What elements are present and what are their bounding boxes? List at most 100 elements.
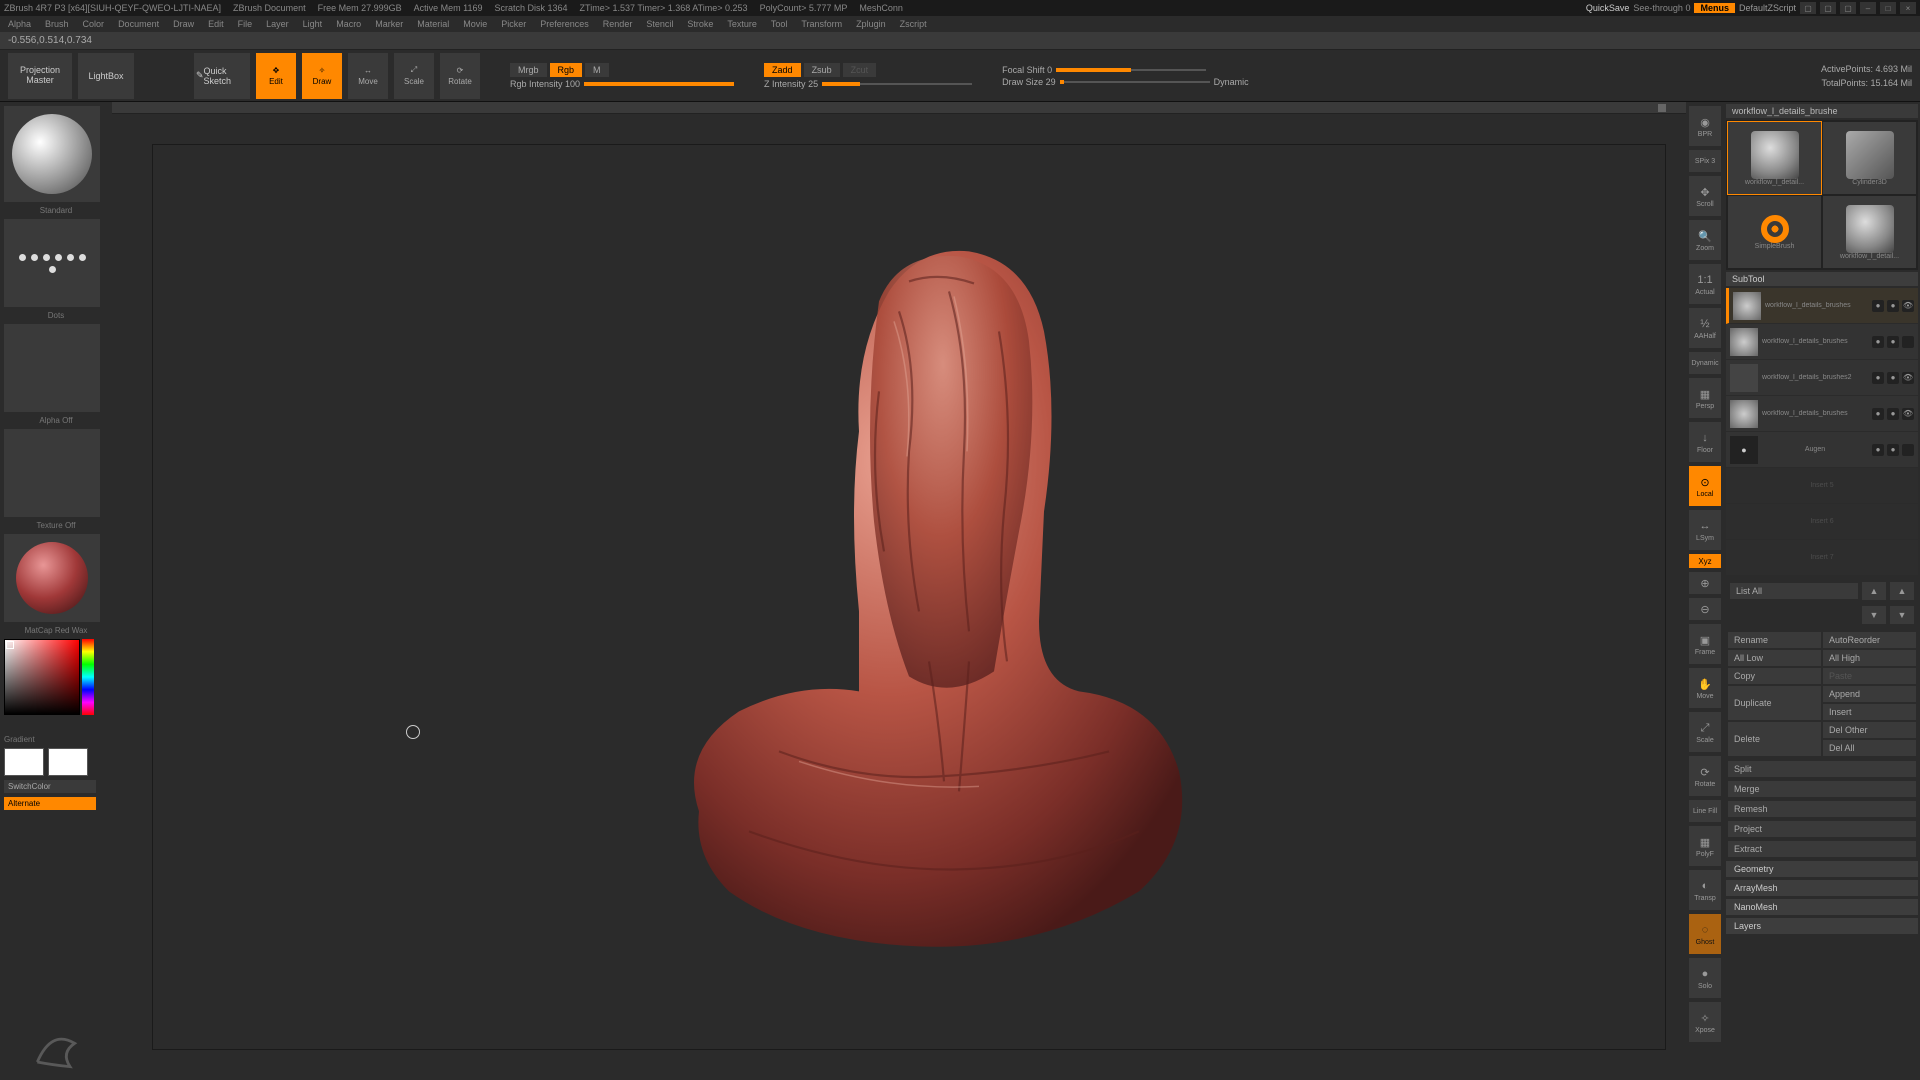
switchcolor-button[interactable]: SwitchColor [4,780,96,793]
move-down-1-button[interactable]: ▼ [1862,606,1886,624]
main-color-swatch[interactable] [4,748,44,776]
nanomesh-header[interactable]: NanoMesh [1726,899,1918,915]
autoreorder-button[interactable]: AutoReorder [1823,632,1916,648]
insert-button[interactable]: Insert [1823,704,1916,720]
default-zscript[interactable]: DefaultZScript [1739,3,1796,13]
quicksketch-button[interactable]: ✎ Quick Sketch [194,53,250,99]
lsym-button[interactable]: ↔LSym [1689,510,1721,550]
alllow-button[interactable]: All Low [1728,650,1821,666]
layers-header[interactable]: Layers [1726,918,1918,934]
scale-nav-button[interactable]: ⤢Scale [1689,712,1721,752]
nav-small-1[interactable]: ⊕ [1689,572,1721,594]
seethrough-slider[interactable]: See-through 0 [1633,3,1690,13]
subtool-row-2[interactable]: workflow_l_details_brushes2 ●●👁 [1726,360,1918,396]
paste-button[interactable]: Paste [1823,668,1916,684]
move-mode-button[interactable]: ↔ Move [348,53,388,99]
menu-texture[interactable]: Texture [727,19,757,29]
rotate-nav-button[interactable]: ⟳Rotate [1689,756,1721,796]
gradient-label[interactable]: Gradient [4,735,108,744]
window-btn-2[interactable]: ▢ [1820,2,1836,14]
zsub-button[interactable]: Zsub [804,63,840,77]
menu-preferences[interactable]: Preferences [540,19,589,29]
menu-document[interactable]: Document [118,19,159,29]
zadd-button[interactable]: Zadd [764,63,801,77]
menu-movie[interactable]: Movie [463,19,487,29]
secondary-color-swatch[interactable] [48,748,88,776]
ghost-button[interactable]: ◌Ghost [1689,914,1721,954]
z-intensity-slider[interactable] [822,83,972,85]
menu-color[interactable]: Color [83,19,105,29]
menu-brush[interactable]: Brush [45,19,69,29]
tool-cell-2[interactable]: SimpleBrush [1728,196,1821,268]
mrgb-button[interactable]: Mrgb [510,63,547,77]
menu-material[interactable]: Material [417,19,449,29]
move-up-1-button[interactable]: ▲ [1862,582,1886,600]
menu-marker[interactable]: Marker [375,19,403,29]
extract-button[interactable]: Extract [1728,841,1916,857]
scale-mode-button[interactable]: ⤢ Scale [394,53,434,99]
menu-file[interactable]: File [238,19,253,29]
tool-cell-0[interactable]: workflow_l_detail... [1728,122,1821,194]
subtool-row-4[interactable]: ● Augen ●● [1726,432,1918,468]
menu-alpha[interactable]: Alpha [8,19,31,29]
copy-button[interactable]: Copy [1728,668,1821,684]
rgb-intensity-label[interactable]: Rgb Intensity 100 [510,79,580,89]
bpr-button[interactable]: ◉BPR [1689,106,1721,146]
subtool-header[interactable]: SubTool [1726,272,1918,286]
maximize-icon[interactable]: □ [1880,2,1896,14]
solo-button[interactable]: ●Solo [1689,958,1721,998]
transp-button[interactable]: ◐Transp [1689,870,1721,910]
subtool-row-0[interactable]: workflow_l_details_brushes ●●👁 [1726,288,1918,324]
list-all-button[interactable]: List All [1730,583,1858,599]
move-down-button[interactable]: ▼ [1890,606,1914,624]
focal-shift-label[interactable]: Focal Shift 0 [1002,65,1052,75]
tool-cell-1[interactable]: Cylinder3D [1823,122,1916,194]
floor-button[interactable]: ↓Floor [1689,422,1721,462]
scroll-button[interactable]: ✥Scroll [1689,176,1721,216]
delete-button[interactable]: Delete [1728,722,1821,756]
menu-transform[interactable]: Transform [801,19,842,29]
menu-macro[interactable]: Macro [336,19,361,29]
spix-button[interactable]: SPix 3 [1689,150,1721,172]
subtool-row-1[interactable]: workflow_l_details_brushes ●● [1726,324,1918,360]
rgb-intensity-slider[interactable] [584,83,734,85]
top-ruler[interactable] [112,102,1686,114]
duplicate-button[interactable]: Duplicate [1728,686,1821,720]
z-intensity-label[interactable]: Z Intensity 25 [764,79,818,89]
allhigh-button[interactable]: All High [1823,650,1916,666]
menu-picker[interactable]: Picker [501,19,526,29]
local-button[interactable]: ⊙Local [1689,466,1721,506]
subtool-row-3[interactable]: workflow_l_details_brushes ●●👁 [1726,396,1918,432]
menus-toggle[interactable]: Menus [1694,3,1735,13]
merge-button[interactable]: Merge [1728,781,1916,797]
menu-layer[interactable]: Layer [266,19,289,29]
menu-draw[interactable]: Draw [173,19,194,29]
draw-size-slider[interactable] [1060,81,1210,83]
zoom-button[interactable]: 🔍Zoom [1689,220,1721,260]
close-icon[interactable]: × [1900,2,1916,14]
menu-edit[interactable]: Edit [208,19,224,29]
geometry-header[interactable]: Geometry [1726,861,1918,877]
viewport-canvas[interactable] [112,114,1686,1080]
move-nav-button[interactable]: ✋Move [1689,668,1721,708]
edit-mode-button[interactable]: ✥ Edit [256,53,296,99]
minimize-icon[interactable]: – [1860,2,1876,14]
aahalf-button[interactable]: ½AAHalf [1689,308,1721,348]
material-selector[interactable] [4,534,100,622]
brush-selector[interactable] [4,106,100,202]
alternate-button[interactable]: Alternate [4,797,96,810]
texture-selector[interactable] [4,429,100,517]
rename-button[interactable]: Rename [1728,632,1821,648]
window-btn-3[interactable]: ▢ [1840,2,1856,14]
window-btn-1[interactable]: ▢ [1800,2,1816,14]
menu-zplugin[interactable]: Zplugin [856,19,886,29]
project-button[interactable]: Project [1728,821,1916,837]
move-up-button[interactable]: ▲ [1890,582,1914,600]
stroke-selector[interactable] [4,219,100,307]
dynamic-persp-button[interactable]: Dynamic [1689,352,1721,374]
draw-mode-button[interactable]: ✧ Draw [302,53,342,99]
rotate-mode-button[interactable]: ⟳ Rotate [440,53,480,99]
quicksave-button[interactable]: QuickSave [1586,3,1630,13]
m-button[interactable]: M [585,63,609,77]
dynamic-label[interactable]: Dynamic [1214,77,1249,87]
